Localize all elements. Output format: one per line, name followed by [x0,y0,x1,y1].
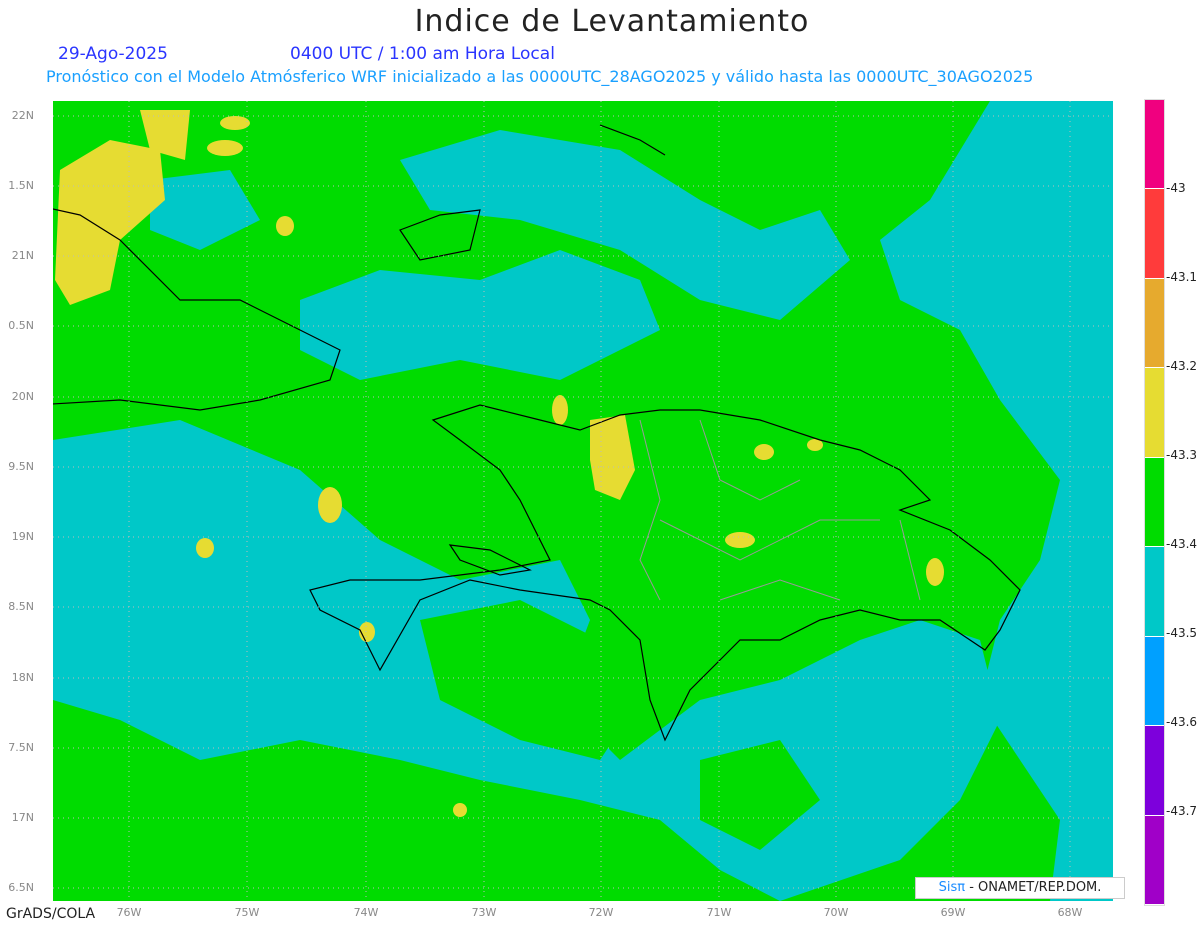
colorbar [1144,99,1165,906]
lifted-index-map [53,101,1113,901]
forecast-time: 0400 UTC / 1:00 am Hora Local [290,44,555,64]
x-label: 69W [940,906,966,919]
y-label: 20N [11,390,34,403]
colorbar-segment [1145,100,1164,190]
software-label: GrADS/COLA [6,906,96,922]
x-label: 73W [471,906,497,919]
x-label: 71W [706,906,732,919]
colorbar-label: -43.6 [1166,715,1198,729]
x-label: 76W [116,906,142,919]
x-label: 74W [353,906,379,919]
colorbar-label: -43.5 [1166,626,1198,640]
colorbar-segment [1145,189,1164,279]
x-label: 75W [234,906,260,919]
colorbar-segment [1145,368,1164,458]
colorbar-label: -43 [1166,181,1186,195]
credit-text: - ONAMET/REP.DOM. [965,880,1102,895]
y-label: 17N [11,811,34,824]
x-label: 72W [588,906,614,919]
y-label: 22N [11,109,34,122]
colorbar-segment [1145,815,1164,905]
credit-box: Sisπ - ONAMET/REP.DOM. [915,877,1125,899]
y-label: 6.5N [8,881,34,894]
y-label: 19N [11,530,34,543]
colorbar-segment [1145,457,1164,548]
colorbar-label: -43.1 [1166,270,1198,284]
forecast-date: 29-Ago-2025 [58,44,168,64]
x-label: 70W [823,906,849,919]
colorbar-segment [1145,726,1164,816]
colorbar-segment [1145,636,1164,727]
y-label: 7.5N [8,741,34,754]
credit-brand: Sisπ [938,880,966,895]
y-label: 1.5N [8,179,34,192]
y-label: 21N [11,249,34,262]
y-label: 8.5N [8,600,34,613]
x-label: 68W [1057,906,1083,919]
colorbar-label: -43.4 [1166,537,1198,551]
colorbar-label: -43.7 [1166,804,1198,818]
y-label: 0.5N [8,319,34,332]
map-title: Indice de Levantamiento [414,4,810,39]
y-label: 9.5N [8,460,34,473]
colorbar-label: -43.2 [1166,359,1198,373]
colorbar-segment [1145,547,1164,637]
forecast-subtitle: Pronóstico con el Modelo Atmósferico WRF… [46,67,1034,86]
colorbar-segment [1145,278,1164,369]
colorbar-label: -43.3 [1166,448,1198,462]
y-label: 18N [11,671,34,684]
